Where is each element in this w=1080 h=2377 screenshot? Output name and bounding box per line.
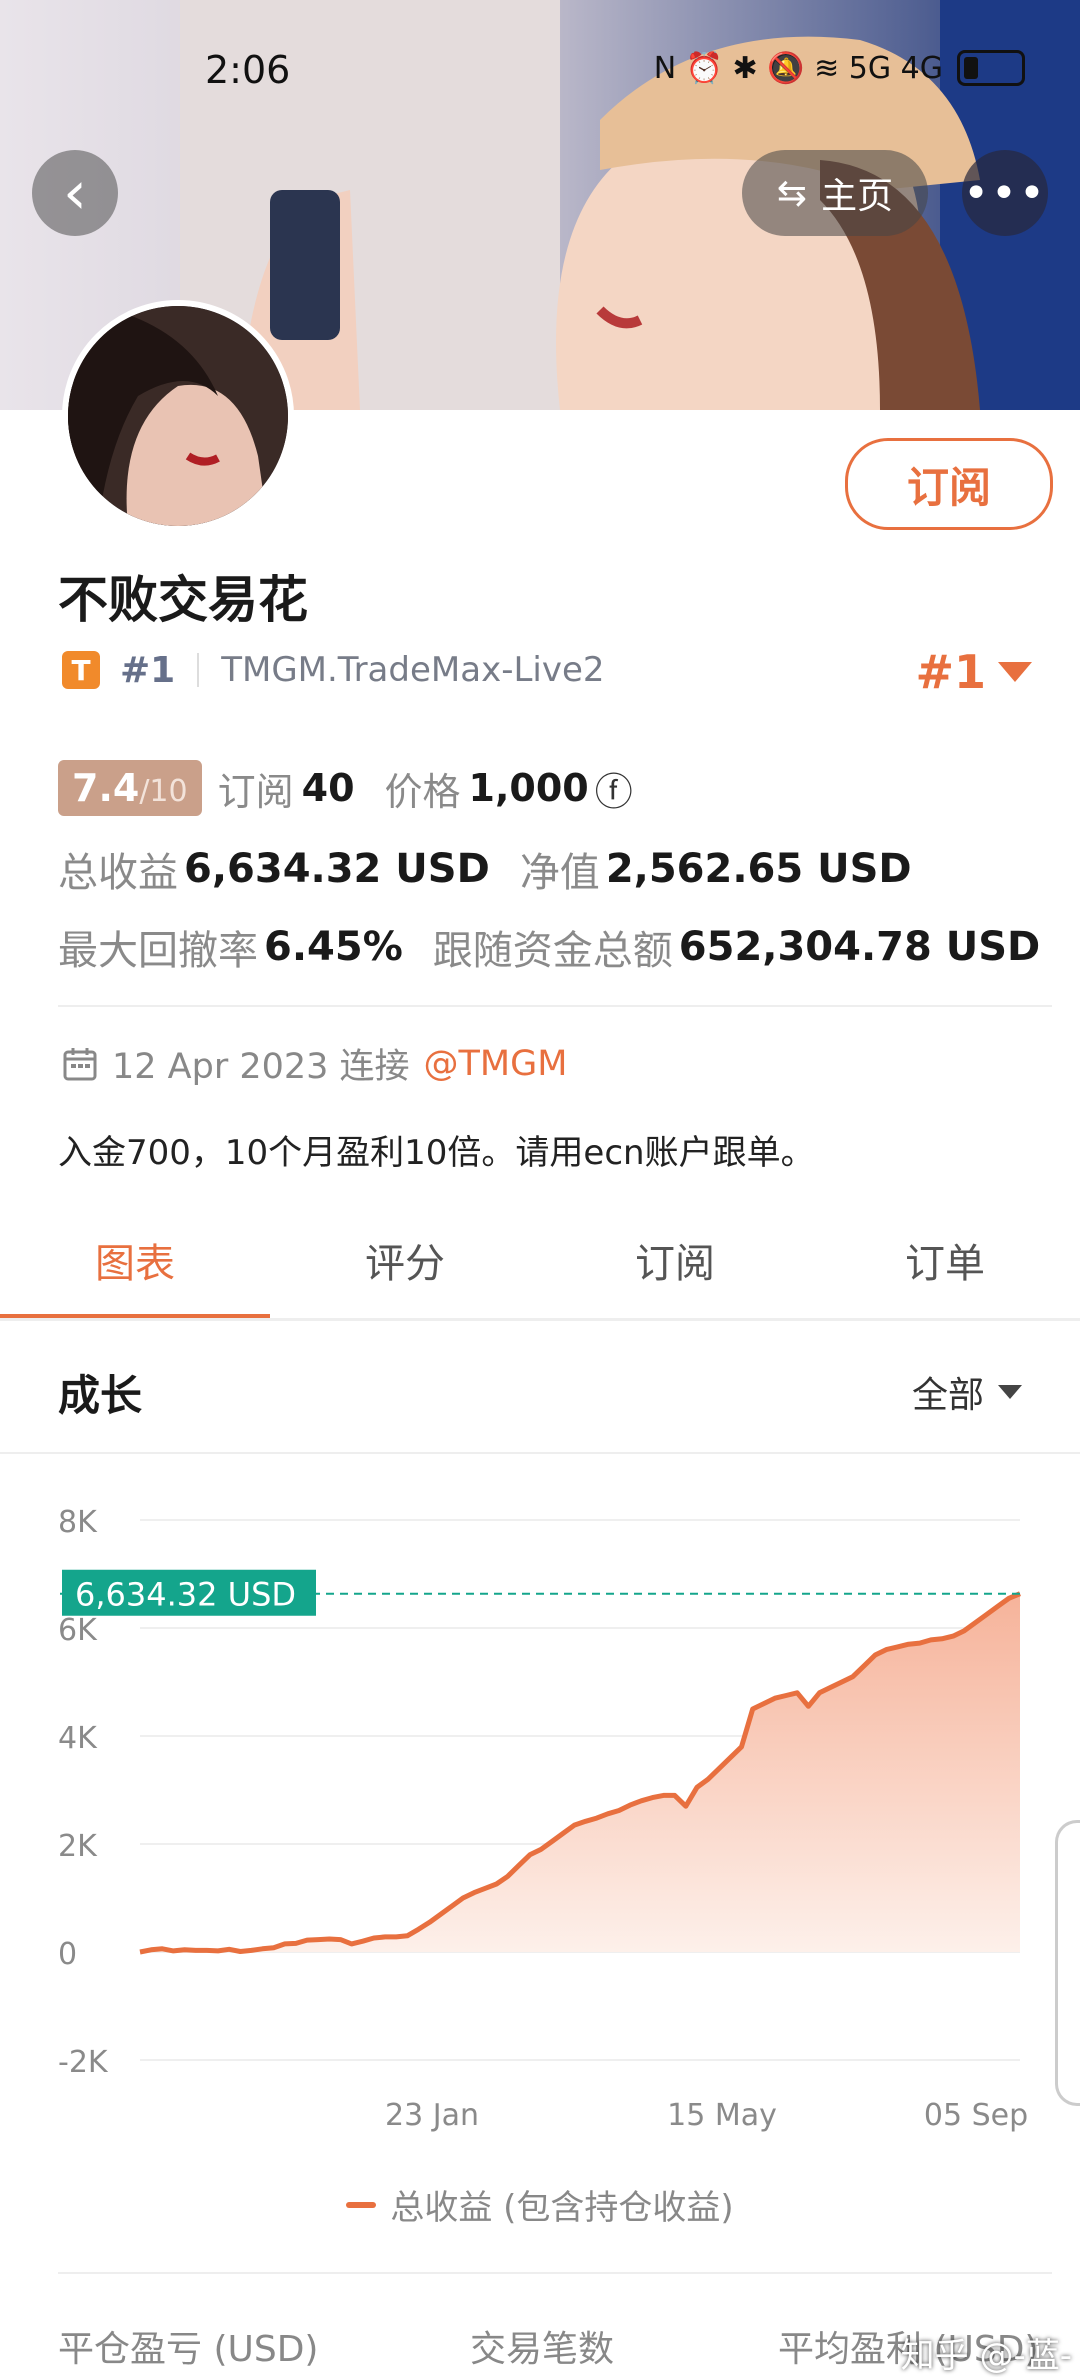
y-tick-label: 6K [58,1613,98,1648]
calendar-icon [63,1047,97,1080]
tab-chart-label: 图表 [95,1241,175,1287]
range-select[interactable]: 全部 [912,1366,1022,1418]
y-tick-label: 4K [58,1721,98,1756]
equity-label: 净值 [519,850,600,896]
stats-row-1: 7.4 /10 订阅 40 价格 1,000 ⓕ [58,760,633,816]
y-tick-label: 0 [58,1937,77,1972]
caret-down-icon [998,662,1032,682]
side-drawer-handle[interactable] [1055,1820,1080,2106]
swap-icon: ⇆ [776,172,808,214]
status-icons: N ⏰ ✱ 🔕 ≋ 5G 4G [654,50,1025,86]
rank-dropdown[interactable]: #1 [915,645,1032,699]
total-profit-label: 总收益 [58,850,178,896]
rank-row: T #1 TMGM.TradeMax-Live2 #1 [62,645,1032,699]
growth-chart-svg: 8K 6K 4K 2K 0 -2K 23 Jan 15 May 05 Sep 6,634.32 U… [58,1505,1028,2133]
max-drawdown-value: 6.45% [264,924,403,970]
connected-date: 12 Apr 2023 连接 [112,1047,410,1087]
subscribers-value: 40 [301,766,355,810]
coin-icon: ⓕ [594,769,633,814]
growth-title: 成长 [58,1371,143,1420]
trades-count-label: 交易笔数 [470,2329,615,2370]
legend-label: 总收益 (包含持仓收益) [390,2188,734,2228]
y-tick-label: 2K [58,1829,98,1864]
avatar[interactable] [62,300,294,532]
score-value: 7.4 [72,766,140,810]
price-value: 1,000 [468,766,589,810]
current-value-label: 6,634.32 USD [75,1576,296,1614]
tab-chart[interactable]: 图表 [0,1200,270,1320]
rank-dropdown-label: #1 [915,645,986,699]
home-button[interactable]: ⇆ 主页 [742,150,928,236]
tab-subscribe-label: 订阅 [635,1241,715,1287]
price-label: 价格 [384,769,461,814]
followers-funds-label: 跟随资金总额 [432,928,673,974]
section-divider [0,1452,1080,1454]
stats-row-2: 总收益 6,634.32 USD 净值 2,562.65 USD [58,840,912,898]
broker-link[interactable]: @TMGM [424,1044,568,1084]
tab-orders-label: 订单 [905,1241,985,1287]
x-tick-label: 15 May [667,2098,777,2133]
status-bar: 2:06 N ⏰ ✱ 🔕 ≋ 5G 4G [0,40,1080,100]
stats-row-3: 最大回撤率 6.45% 跟随资金总额 652,304.78 USD [58,918,1040,976]
tab-bar: 图表 评分 订阅 订单 [0,1200,1080,1320]
profile-description: 入金700，10个月盈利10倍。请用ecn账户跟单。 [58,1133,815,1173]
followers-funds-value: 652,304.78 USD [678,924,1041,970]
back-button[interactable]: ‹ [32,150,118,236]
bottom-divider [58,2272,1052,2274]
more-button[interactable]: ••• [962,150,1048,236]
chart-legend: 总收益 (包含持仓收益) [0,2180,1080,2229]
caret-down-icon [998,1385,1022,1399]
legend-swatch [346,2201,377,2208]
y-tick-label: 8K [58,1505,98,1540]
max-drawdown-label: 最大回撤率 [58,928,258,974]
rank-label: #1 [120,649,176,691]
subscribers-label: 订阅 [217,769,294,814]
tab-rating-label: 评分 [365,1241,445,1287]
trader-name: 不败交易花 [58,571,308,629]
growth-chart[interactable]: 8K 6K 4K 2K 0 -2K 23 Jan 15 May 05 Sep 6,634.32 U… [0,1460,1080,2240]
range-select-label: 全部 [911,1375,984,1416]
tier-badge: T [62,651,100,689]
rank-separator [197,653,200,687]
equity-value: 2,562.65 USD [605,846,912,892]
score-max: /10 [139,774,188,809]
chevron-left-icon: ‹ [63,158,87,228]
subscribe-button[interactable]: 订阅 [845,438,1053,530]
watermark: 知乎 @-蓝- [900,2336,1072,2376]
y-tick-label: -2K [58,2045,109,2080]
stats-divider [58,1005,1052,1007]
tab-orders[interactable]: 订单 [810,1200,1080,1320]
closed-pl-label: 平仓盈亏 (USD) [58,2329,319,2370]
battery-icon [957,50,1025,86]
signal-icons: N ⏰ ✱ 🔕 ≋ 5G 4G [653,50,943,86]
avatar-illustration [68,306,288,526]
connected-date-row: 12 Apr 2023 连接 @TMGM [62,1038,567,1089]
tab-rating[interactable]: 评分 [270,1200,540,1320]
more-dots-icon: ••• [963,167,1047,219]
tab-border [0,1318,1080,1321]
x-tick-label: 05 Sep [924,2098,1028,2133]
score-badge: 7.4 /10 [58,760,202,816]
x-tick-label: 23 Jan [385,2098,479,2133]
total-profit-value: 6,634.32 USD [184,846,490,892]
home-button-label: 主页 [821,176,894,217]
tab-subscribe[interactable]: 订阅 [540,1200,810,1320]
status-time: 2:06 [205,48,291,92]
server-name: TMGM.TradeMax-Live2 [221,650,605,690]
